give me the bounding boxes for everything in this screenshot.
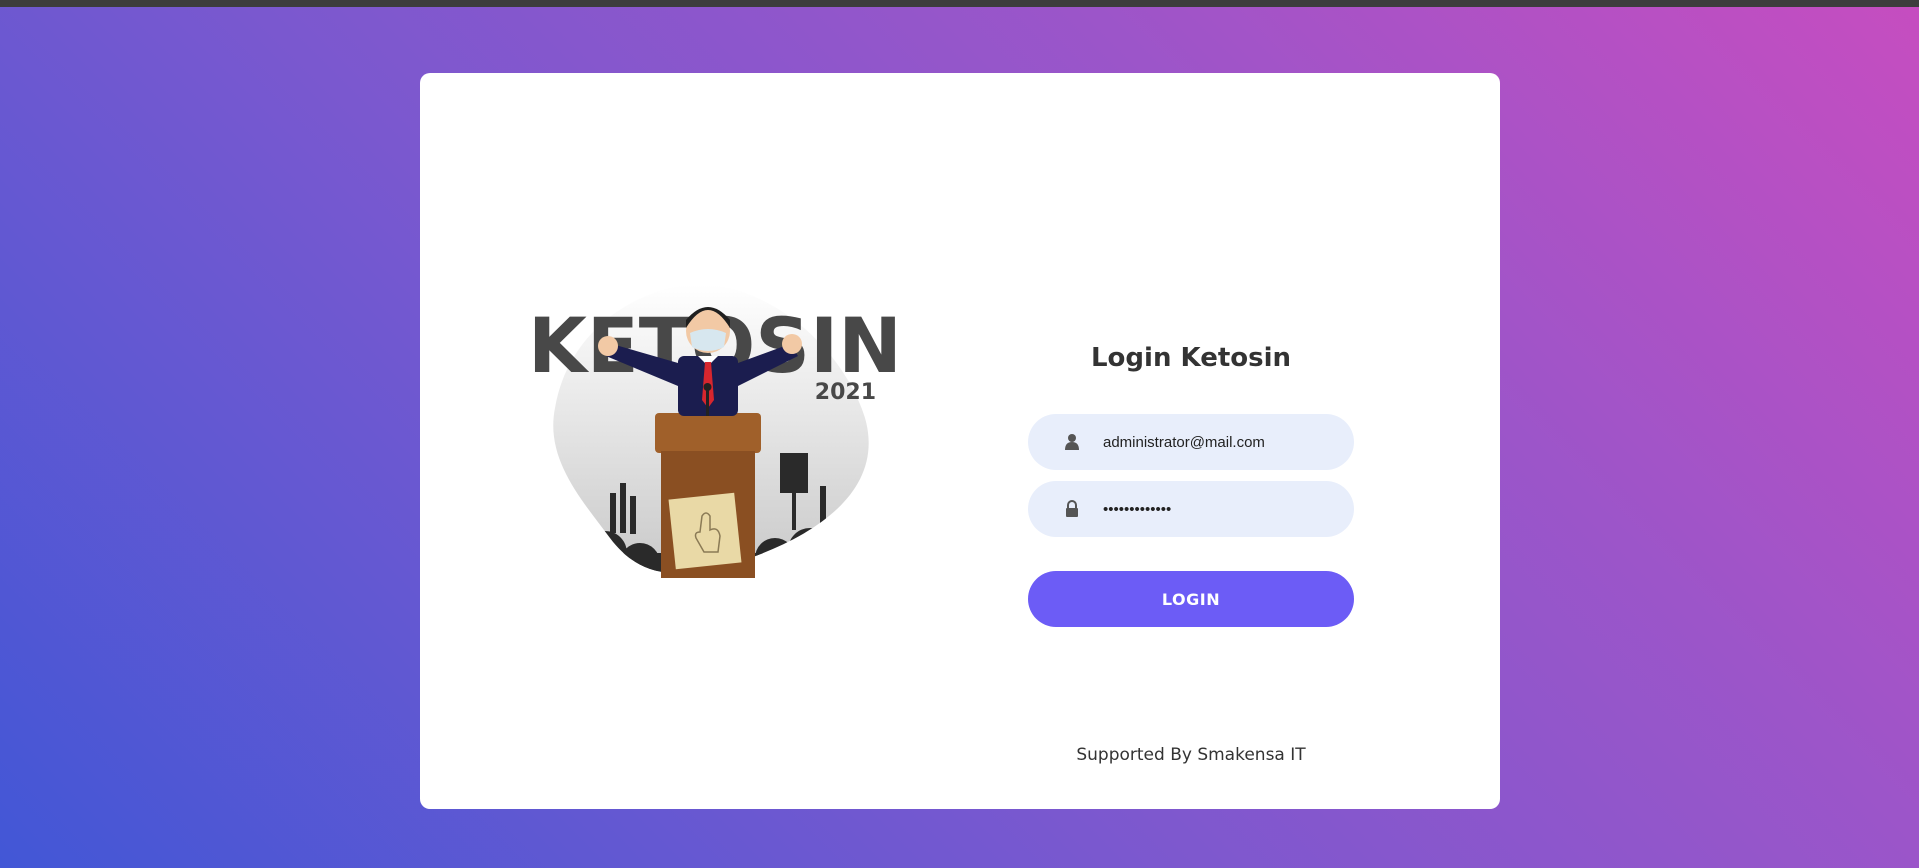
password-field[interactable] <box>1103 481 1333 537</box>
login-card: KETOSIN 2021 Login Ketosin <box>420 73 1500 809</box>
footer-credit: Supported By Smakensa IT <box>1076 745 1306 765</box>
login-form: Login Ketosin LOGIN <box>1028 268 1354 627</box>
lock-icon <box>1066 500 1078 517</box>
logo-year: 2021 <box>815 380 876 405</box>
login-button[interactable]: LOGIN <box>1028 571 1354 627</box>
password-field-container <box>1028 481 1354 537</box>
user-icon <box>1065 434 1079 450</box>
ketosin-illustration: KETOSIN 2021 <box>528 284 900 578</box>
email-field-container <box>1028 414 1354 470</box>
browser-top-bar <box>0 0 1919 7</box>
page-title: Login Ketosin <box>1090 343 1292 373</box>
email-field[interactable] <box>1103 414 1333 470</box>
